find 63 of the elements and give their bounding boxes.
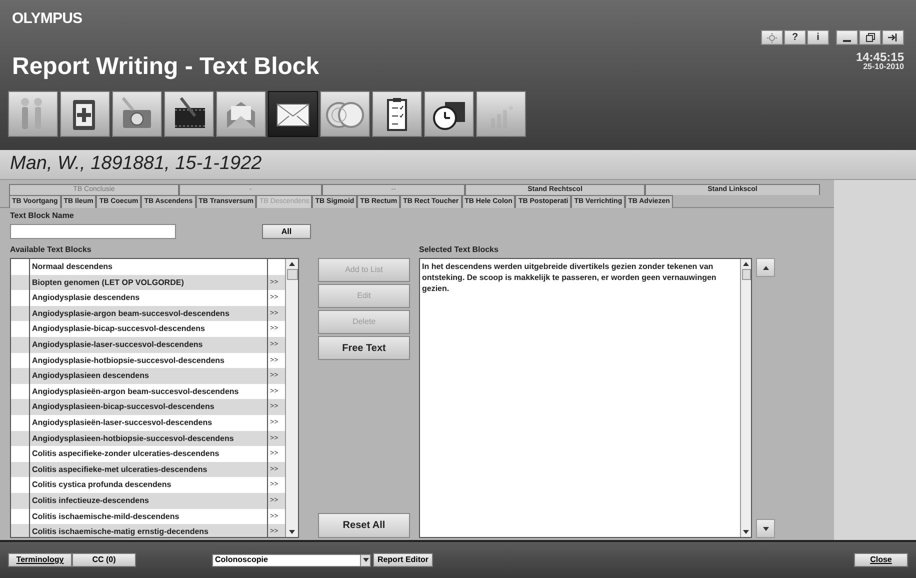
list-item-name: Colitis ischaemische-matig ernstig-decendens: [31, 526, 210, 537]
list-item-name: Angiodysplasie-laser-succesvol-descendens: [31, 338, 204, 351]
brand-logo: OLYMPUS: [12, 9, 82, 29]
patient-info: Man, W., 1891881, 15-1-1922: [10, 152, 262, 176]
all-button[interactable]: All: [262, 224, 311, 239]
list-item-name: Angiodysplasie descendens: [31, 292, 141, 304]
list-item-name: Colitis aspecifieke-met ulceraties-descendens: [31, 464, 208, 476]
exit-icon: [888, 33, 898, 42]
list-item-name: Colitis ischaemische-mild-descendens: [31, 510, 180, 522]
minimize-button[interactable]: [836, 30, 858, 45]
selected-text-area[interactable]: In het descendens werden uitgebreide divertikels gezien zonder tekenen van ontsteking. De scoop is makkelijk te passeren, er worden geen vernauwingen gezien.: [419, 258, 752, 538]
down-arrow-icon: [762, 526, 768, 530]
toolbar-button[interactable]: [372, 91, 422, 137]
list-item-name: Colitis cystica profunda descendens: [31, 479, 172, 492]
clock-time: 14:45:15: [856, 51, 904, 63]
terminology-button[interactable]: Terminology: [8, 553, 72, 567]
scroll-down-icon[interactable]: [289, 530, 295, 534]
dropdown-value: Colonoscopie: [214, 554, 268, 566]
scrollbar[interactable]: [285, 259, 298, 537]
scroll-down-icon[interactable]: [743, 530, 749, 534]
exit-button[interactable]: [882, 30, 904, 45]
settings-button[interactable]: [761, 30, 783, 45]
restore-icon: [866, 33, 874, 42]
minimize-icon: [843, 40, 851, 42]
window-title: Report Writing - Text Block: [12, 52, 320, 82]
list-item-name: Angiodysplasieen-hotbiopsie-succesvol-descendens: [31, 432, 235, 445]
list-label: Available Text Blocks: [10, 244, 92, 256]
toolbar-button[interactable]: [164, 91, 214, 137]
list-item-name: Normaal descendens: [31, 261, 114, 273]
selected-text: In het descendens werden uitgebreide divertikels gezien zonder tekenen van ontsteking. De scoop is makkelijk te passeren, er worden geen vernauwingen gezien.: [421, 261, 718, 295]
move-up-button[interactable]: [756, 258, 775, 277]
list-item-name: Angiodysplasie-hotbiopsie-succesvol-descendens: [31, 354, 226, 367]
list-item-name: Colitis aspecifieke-zonder ulceraties-descendens: [31, 448, 220, 460]
list-item-name: Angiodysplasie-bicap-succesvol-descendens: [31, 323, 206, 336]
toolbar-button[interactable]: [60, 91, 110, 137]
field-label: Text Block Name: [10, 210, 75, 222]
scroll-thumb[interactable]: [286, 269, 298, 280]
up-arrow-icon: [762, 266, 768, 270]
cc-button[interactable]: CC (0): [72, 553, 136, 567]
list-item-name: Angiodysplasieën-laser-succesvol-descendens: [31, 416, 214, 429]
sun-icon: [767, 32, 777, 42]
toolbar-button[interactable]: [268, 91, 318, 137]
close-button[interactable]: Close: [854, 553, 908, 567]
list-item-name: Biopten genomen (LET OP VOLGORDE): [31, 276, 185, 289]
scroll-thumb[interactable]: [742, 269, 750, 280]
reset-all-button[interactable]: Reset All: [318, 513, 410, 538]
action-button[interactable]: Free Text: [318, 336, 410, 360]
restore-button[interactable]: [859, 30, 881, 45]
report-editor-button[interactable]: Report Editor: [373, 553, 433, 567]
window-button[interactable]: i: [807, 30, 829, 45]
list-item-name: Angiodysplasieen descendens: [31, 370, 150, 382]
scrollbar[interactable]: [740, 259, 751, 537]
toolbar-button[interactable]: [424, 91, 474, 137]
window-button[interactable]: ?: [784, 30, 806, 45]
list-item-name: Colitis infectieuze-descendens: [31, 494, 150, 507]
move-down-button[interactable]: [756, 519, 775, 538]
list-item-name: Angiodysplasie-argon beam-succesvol-descendens: [31, 308, 230, 320]
clock-date: 25-10-2010: [863, 63, 904, 71]
procedure-dropdown[interactable]: Colonoscopie: [212, 554, 371, 566]
list-item-name: Angiodysplasieen-bicap-succesvol-descendens: [31, 401, 216, 414]
list-label: Selected Text Blocks: [419, 244, 498, 256]
list-item-name: Angiodysplasieën-argon beam-succesvol-descendens: [31, 386, 240, 398]
text-block-name-field[interactable]: [10, 224, 176, 239]
